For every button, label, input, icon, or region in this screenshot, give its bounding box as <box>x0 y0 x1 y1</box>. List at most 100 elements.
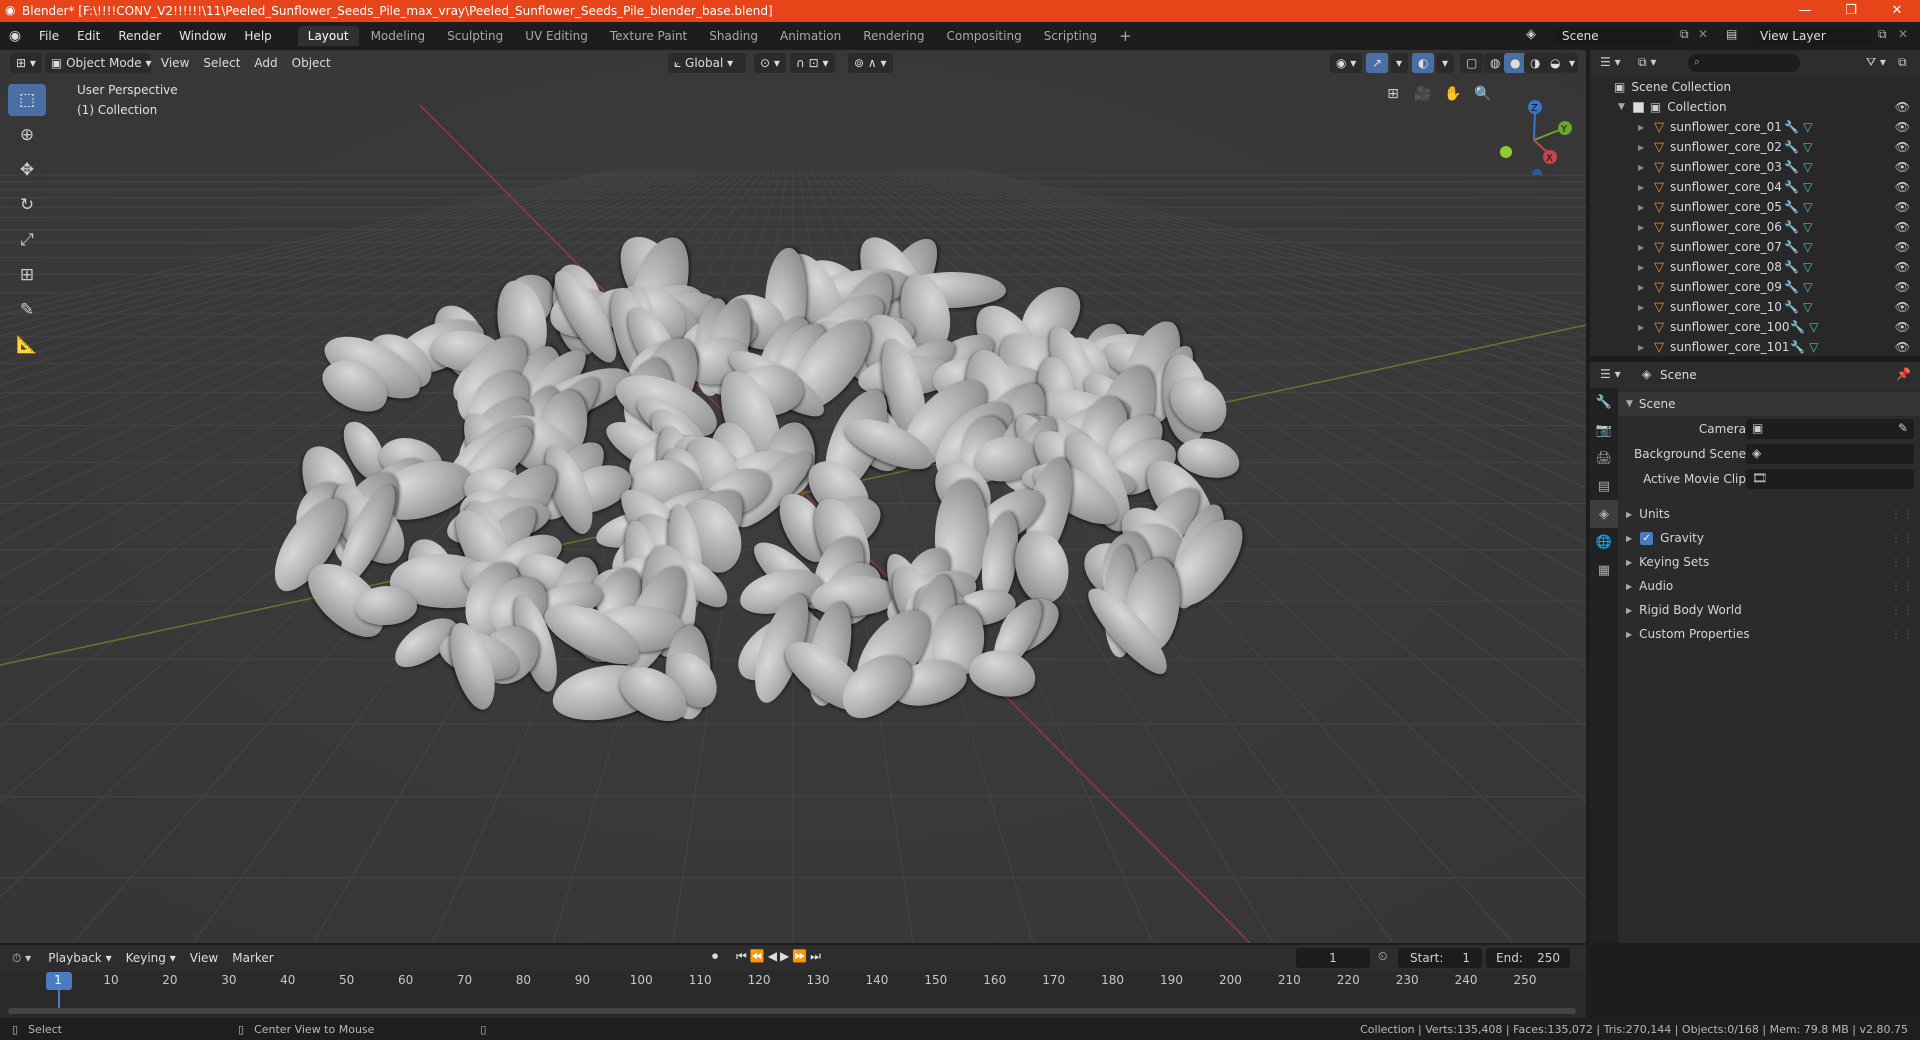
rotate-tool-icon[interactable]: ↻ <box>8 189 46 221</box>
pivot-point-icon[interactable]: ⊙ ▾ <box>754 53 786 73</box>
annotate-tool-icon[interactable]: ✎ <box>8 294 46 326</box>
properties-section-header[interactable]: ▶ Units ⋮⋮ <box>1618 502 1920 526</box>
expand-icon[interactable]: ▶ <box>1638 303 1644 312</box>
mesh-data-icon[interactable]: ▽ <box>1803 200 1812 214</box>
restore-button[interactable]: ❐ <box>1828 0 1874 22</box>
outliner-object-row[interactable]: ▶ ▽ sunflower_core_03 🔧 ▽ 👁 <box>1590 157 1920 177</box>
visibility-eye-icon[interactable]: 👁 <box>1895 200 1910 214</box>
properties-editor-type-icon[interactable]: ☰ ▾ <box>1600 367 1621 381</box>
modifier-wrench-icon[interactable]: 🔧 <box>1790 340 1805 354</box>
remove-scene-icon[interactable]: ✕ <box>1698 27 1708 41</box>
mesh-data-icon[interactable]: ▽ <box>1809 340 1818 354</box>
visibility-eye-icon[interactable]: 👁 <box>1895 260 1910 274</box>
properties-section-header[interactable]: ▶ Custom Properties ⋮⋮ <box>1618 622 1920 646</box>
tab-rendering[interactable]: Rendering <box>853 26 934 46</box>
add-workspace-button[interactable]: + <box>1109 26 1142 46</box>
pin-icon[interactable]: 📌 <box>1896 367 1911 381</box>
outliner-scene-collection[interactable]: ▣ Scene Collection <box>1590 77 1920 97</box>
visibility-eye-icon[interactable]: 👁 <box>1895 220 1910 234</box>
mesh-data-icon[interactable]: ▽ <box>1803 260 1812 274</box>
scene-tab-icon[interactable]: ◈ <box>1590 500 1618 528</box>
menu-add[interactable]: Add <box>247 56 284 70</box>
cursor-tool-icon[interactable]: ⊕ <box>8 119 46 151</box>
transform-orientation-dropdown[interactable]: ⟀ Global ▾ <box>668 53 746 73</box>
sunflower-seeds-pile[interactable] <box>0 50 1586 943</box>
expand-icon[interactable]: ▶ <box>1638 243 1644 252</box>
mesh-data-icon[interactable]: ▽ <box>1803 300 1812 314</box>
modifier-wrench-icon[interactable]: 🔧 <box>1784 120 1799 134</box>
visibility-eye-icon[interactable]: 👁 <box>1895 280 1910 294</box>
eyedropper-icon[interactable]: ✎ <box>1898 421 1908 435</box>
expand-icon[interactable]: ▶ <box>1638 143 1644 152</box>
expand-icon[interactable]: ▶ <box>1638 323 1644 332</box>
collection-checkbox[interactable] <box>1632 101 1644 113</box>
mesh-data-icon[interactable]: ▽ <box>1803 280 1812 294</box>
camera-field[interactable]: ▣ ✎ <box>1746 419 1914 439</box>
filter-icon[interactable]: ⛛ ▾ <box>1866 55 1886 70</box>
menu-help[interactable]: Help <box>235 22 280 50</box>
tab-animation[interactable]: Animation <box>770 26 851 46</box>
properties-section-header[interactable]: ▶ Keying Sets ⋮⋮ <box>1618 550 1920 574</box>
outliner-object-row[interactable]: ▶ ▽ sunflower_core_101 🔧 ▽ 👁 <box>1590 337 1920 357</box>
visibility-icon[interactable]: ◉ ▾ <box>1330 53 1363 73</box>
overlays-icon[interactable]: ◐ <box>1412 53 1435 73</box>
remove-view-layer-icon[interactable]: ✕ <box>1898 27 1908 41</box>
shading-dropdown-icon[interactable]: ▾ <box>1566 53 1579 73</box>
movie-clip-field[interactable]: 🎞 <box>1746 469 1914 489</box>
toggle-camera-view-icon[interactable]: ⊞ <box>1382 86 1404 108</box>
expand-icon[interactable]: ▶ <box>1638 343 1644 352</box>
output-tab-icon[interactable]: 🖨 <box>1590 444 1618 472</box>
tab-shading[interactable]: Shading <box>699 26 768 46</box>
minimize-button[interactable]: — <box>1782 0 1828 22</box>
camera-icon[interactable]: 🎥 <box>1412 86 1434 108</box>
visibility-eye-icon[interactable]: 👁 <box>1895 100 1910 114</box>
blender-menu-icon[interactable]: ◉ <box>0 28 30 44</box>
menu-render[interactable]: Render <box>109 22 170 50</box>
scene-browse-icon[interactable]: ◈ <box>1526 27 1544 45</box>
modifier-wrench-icon[interactable]: 🔧 <box>1790 320 1805 334</box>
outliner-object-row[interactable]: ▶ ▽ sunflower_core_04 🔧 ▽ 👁 <box>1590 177 1920 197</box>
scene-selector[interactable]: Scene <box>1554 26 1674 46</box>
tab-uv-editing[interactable]: UV Editing <box>515 26 598 46</box>
scale-tool-icon[interactable]: ⤢ <box>8 224 46 256</box>
xray-icon[interactable]: ▢ <box>1460 53 1484 73</box>
texture-tab-icon[interactable]: ▦ <box>1590 556 1618 584</box>
modifier-wrench-icon[interactable]: 🔧 <box>1784 200 1799 214</box>
drag-handle-icon[interactable]: ⋮⋮ <box>1890 531 1914 545</box>
properties-section-header[interactable]: ▶ Rigid Body World ⋮⋮ <box>1618 598 1920 622</box>
expand-icon[interactable]: ▶ <box>1638 183 1644 192</box>
visibility-eye-icon[interactable]: 👁 <box>1895 340 1910 354</box>
visibility-eye-icon[interactable]: 👁 <box>1895 320 1910 334</box>
expand-icon[interactable]: ▶ <box>1638 163 1644 172</box>
modifier-wrench-icon[interactable]: 🔧 <box>1784 180 1799 194</box>
expand-icon[interactable]: ▶ <box>1638 203 1644 212</box>
world-tab-icon[interactable]: 🌐 <box>1590 528 1618 556</box>
expand-icon[interactable]: ▶ <box>1638 283 1644 292</box>
close-button[interactable]: ✕ <box>1874 0 1920 22</box>
mesh-data-icon[interactable]: ▽ <box>1803 220 1812 234</box>
visibility-eye-icon[interactable]: 👁 <box>1895 300 1910 314</box>
rendered-shading-icon[interactable]: ◒ <box>1544 53 1567 73</box>
outliner-object-row[interactable]: ▶ ▽ sunflower_core_10 🔧 ▽ 👁 <box>1590 297 1920 317</box>
mesh-data-icon[interactable]: ▽ <box>1803 160 1812 174</box>
menu-select[interactable]: Select <box>196 56 247 70</box>
background-scene-field[interactable]: ◈ <box>1746 444 1914 464</box>
view-layer-selector[interactable]: View Layer <box>1752 26 1872 46</box>
modifier-wrench-icon[interactable]: 🔧 <box>1784 220 1799 234</box>
drag-handle-icon[interactable]: ⋮⋮ <box>1890 555 1914 569</box>
proportional-edit-icon[interactable]: ⊚ ∧ ▾ <box>848 53 893 73</box>
outliner-search-input[interactable]: ⌕ <box>1688 54 1800 72</box>
outliner-object-row[interactable]: ▶ ▽ sunflower_core_09 🔧 ▽ 👁 <box>1590 277 1920 297</box>
modifier-wrench-icon[interactable]: 🔧 <box>1784 260 1799 274</box>
outliner-object-row[interactable]: ▶ ▽ sunflower_core_07 🔧 ▽ 👁 <box>1590 237 1920 257</box>
outliner-editor-type-icon[interactable]: ☰ ▾ <box>1600 55 1621 69</box>
menu-object[interactable]: Object <box>285 56 338 70</box>
outliner-object-row[interactable]: ▶ ▽ sunflower_core_100 🔧 ▽ 👁 <box>1590 317 1920 337</box>
modifier-wrench-icon[interactable]: 🔧 <box>1784 240 1799 254</box>
visibility-eye-icon[interactable]: 👁 <box>1895 120 1910 134</box>
new-view-layer-icon[interactable]: ⧉ <box>1878 27 1887 42</box>
mesh-data-icon[interactable]: ▽ <box>1803 140 1812 154</box>
display-mode-icon[interactable]: ⧉ ▾ <box>1638 55 1656 70</box>
mesh-data-icon[interactable]: ▽ <box>1803 240 1812 254</box>
outliner-collection-row[interactable]: ▼ ▣ Collection 👁 <box>1590 97 1920 117</box>
